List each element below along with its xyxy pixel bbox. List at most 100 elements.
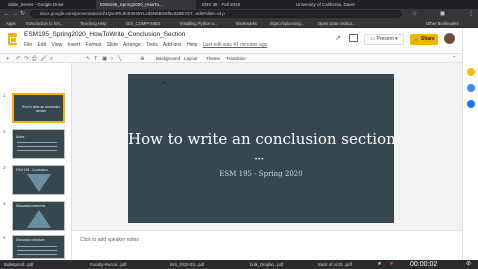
slide-number: 5 bbox=[3, 235, 6, 240]
last-edit-link[interactable]: Last edit was 41 minutes ago bbox=[203, 42, 268, 48]
background-button[interactable]: Background bbox=[156, 55, 180, 63]
bookmark-item[interactable]: Bookmarks bbox=[236, 19, 257, 28]
slide-number: 1 bbox=[3, 93, 6, 98]
paint-format-icon[interactable]: 🖌 bbox=[40, 55, 47, 63]
share-button[interactable]: 🔒 Share bbox=[410, 34, 438, 45]
bookmark-item[interactable]: Open Data Institut... bbox=[318, 19, 355, 28]
select-icon[interactable]: ↖ bbox=[86, 55, 91, 63]
bookmark-apps[interactable]: Apps bbox=[6, 19, 16, 28]
thumbnail-title: Discussion elements bbox=[16, 204, 46, 208]
line-icon[interactable]: ╲ bbox=[118, 55, 121, 63]
slides-app: ESM195_Spring2020_HowToWrite_Conclusion_… bbox=[0, 28, 462, 260]
bookmarks-bar: Apps Introduction to Sm... Teaching Help… bbox=[0, 19, 478, 28]
reload-icon[interactable]: ↻ bbox=[20, 10, 25, 18]
menu-help[interactable]: Help bbox=[187, 42, 197, 48]
funnel-graphic bbox=[27, 174, 51, 192]
extension-icon[interactable]: ◼ bbox=[440, 10, 445, 18]
avatar[interactable] bbox=[444, 33, 455, 44]
tab-label: Slide_Series - Google Drive bbox=[8, 2, 64, 7]
tasks-icon[interactable] bbox=[467, 84, 475, 92]
stop-record-icon[interactable]: ⏹ bbox=[390, 260, 393, 269]
tab-label: ENV 38 - Fall 2019 bbox=[202, 2, 241, 7]
calendar-icon[interactable] bbox=[467, 100, 475, 108]
menu-file[interactable]: File bbox=[24, 42, 32, 48]
slide-thumbnail-1[interactable]: How to write an conclusion section bbox=[12, 93, 65, 123]
address-bar[interactable]: docs.google.com/presentation/d/1QvmRL9r4… bbox=[30, 10, 402, 18]
slide-thumbnail-5[interactable]: Discussion structure bbox=[12, 235, 65, 259]
menu-edit[interactable]: Edit bbox=[37, 42, 46, 48]
theme-button[interactable]: Theme bbox=[206, 55, 220, 63]
star-icon[interactable]: ☆ bbox=[412, 10, 417, 18]
comment-add-icon[interactable]: ⊕ bbox=[140, 55, 145, 63]
present-label: Present bbox=[376, 36, 394, 42]
undo-icon[interactable]: ↶ bbox=[16, 55, 21, 63]
slide-number: 3 bbox=[3, 165, 6, 170]
menu-addons[interactable]: Add-ons bbox=[163, 42, 182, 48]
slide-thumbnail-4[interactable]: Discussion elements bbox=[12, 201, 65, 231]
thumbnail-title: Discussion structure bbox=[16, 238, 45, 242]
shape-icon[interactable]: ○ bbox=[110, 55, 113, 63]
download-item[interactable]: Bank of ol 20...pdf bbox=[318, 261, 352, 268]
zoom-icon[interactable]: ⌕ bbox=[50, 55, 53, 63]
browser-tab[interactable]: Slide_Series - Google Drive bbox=[4, 0, 94, 9]
comment-icon[interactable] bbox=[349, 34, 358, 42]
menu-insert[interactable]: Insert bbox=[68, 42, 81, 48]
back-icon[interactable]: ← bbox=[4, 10, 10, 18]
pause-icon[interactable]: ⏸ bbox=[378, 260, 381, 269]
keep-icon[interactable] bbox=[467, 68, 475, 76]
speaker-notes[interactable]: Click to add speaker notes bbox=[72, 230, 462, 260]
browser-toolbar: ← → ↻ docs.google.com/presentation/d/1Qv… bbox=[0, 9, 478, 19]
slide-thumbnail-2[interactable]: Notes bbox=[12, 129, 65, 159]
browser-tab[interactable]: University of California, Davis bbox=[292, 0, 402, 9]
slide-number: 4 bbox=[3, 201, 6, 206]
bookmark-item[interactable]: GIS_COMPANIES bbox=[126, 19, 160, 28]
menu-arrange[interactable]: Arrange bbox=[123, 42, 141, 48]
layout-button[interactable]: Layout bbox=[184, 55, 198, 63]
present-button[interactable]: ▭ Present ▾ bbox=[364, 34, 404, 45]
slide-subtitle[interactable]: ESM 195 - Spring 2020 bbox=[128, 170, 394, 178]
bookmark-item[interactable]: https://eplanning... bbox=[270, 19, 304, 28]
activity-icon[interactable]: ↗ bbox=[335, 34, 341, 42]
side-panel bbox=[462, 28, 478, 260]
print-icon[interactable]: ⎙ bbox=[32, 55, 36, 63]
slide-filmstrip: 1 How to write an conclusion section 2 N… bbox=[0, 63, 72, 260]
slide-dots: ••• bbox=[255, 157, 265, 163]
download-item[interactable]: Faculty-Recrui...pdf bbox=[90, 261, 126, 268]
menu-bar: File Edit View Insert Format Slide Arran… bbox=[24, 42, 271, 48]
image-icon[interactable]: ▣ bbox=[102, 55, 107, 63]
slide-title[interactable]: How to write an conclusion section bbox=[128, 130, 396, 148]
textbox-icon[interactable]: T bbox=[94, 55, 97, 63]
slides-logo-icon[interactable] bbox=[8, 33, 17, 45]
menu-slide[interactable]: Slide bbox=[107, 42, 118, 48]
menu-tools[interactable]: Tools bbox=[146, 42, 158, 48]
transition-button[interactable]: Transition bbox=[226, 55, 246, 63]
thumbnail-title: How to write an conclusion section bbox=[22, 105, 60, 113]
bookmark-item[interactable]: Installing Python o... bbox=[180, 19, 218, 28]
browser-tab-active[interactable]: ESM195_Spring2020_HowTo... bbox=[96, 0, 196, 9]
download-item[interactable]: bulk_Dropbo...pdf bbox=[250, 261, 283, 268]
menu-view[interactable]: View bbox=[51, 42, 62, 48]
downloads-bar: Bulletproof...pdf Faculty-Recrui...pdf I… bbox=[0, 260, 478, 269]
download-item[interactable]: INS_2020-03...pdf bbox=[170, 261, 204, 268]
bookmark-item[interactable]: Introduction to Sm... bbox=[26, 19, 63, 28]
mouse-cursor-icon: ↖ bbox=[162, 81, 168, 87]
collapse-icon[interactable]: ⌃ bbox=[452, 55, 457, 63]
download-item[interactable]: Bulletproof...pdf bbox=[4, 261, 33, 268]
browser-tab-strip: Slide_Series - Google Drive ESM195_Sprin… bbox=[0, 0, 478, 9]
slide-canvas: How to write an conclusion section ••• E… bbox=[72, 63, 462, 260]
slide-thumbnail-3[interactable]: ESM 195 - Conclusion bbox=[12, 165, 65, 195]
redo-icon[interactable]: ↷ bbox=[24, 55, 29, 63]
document-title[interactable]: ESM195_Spring2020_HowToWrite_Conclusion_… bbox=[24, 31, 185, 38]
menu-icon[interactable]: ⋮ bbox=[468, 10, 474, 18]
bookmark-other[interactable]: Other Bookmarks bbox=[426, 19, 459, 28]
url-text: docs.google.com/presentation/d/1QvmRL9r4… bbox=[40, 11, 225, 16]
thumbnail-lines bbox=[17, 142, 57, 143]
current-slide[interactable]: How to write an conclusion section ••• E… bbox=[128, 74, 396, 223]
bookmark-item[interactable]: Teaching Help bbox=[80, 19, 107, 28]
browser-tab[interactable]: ENV 38 - Fall 2019 bbox=[198, 0, 288, 9]
menu-format[interactable]: Format bbox=[86, 42, 102, 48]
forward-icon[interactable]: → bbox=[12, 10, 18, 18]
new-slide-icon[interactable]: + bbox=[6, 55, 9, 63]
notes-placeholder: Click to add speaker notes bbox=[80, 237, 139, 243]
mic-off-icon[interactable]: ⊘ bbox=[466, 260, 471, 269]
